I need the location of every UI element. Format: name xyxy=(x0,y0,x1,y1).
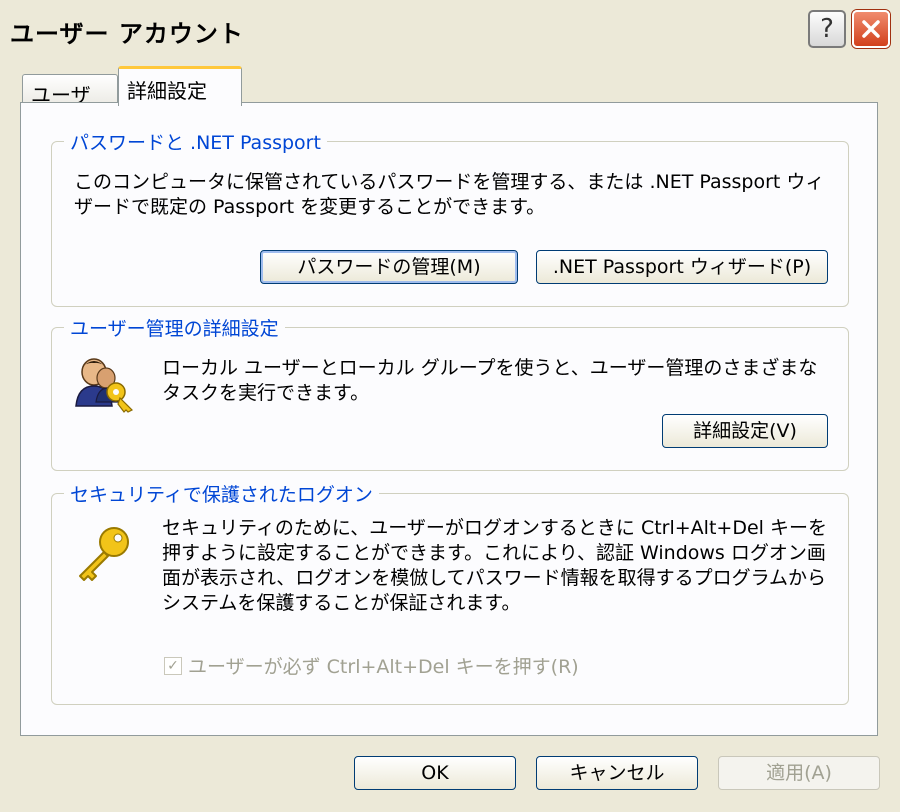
close-button[interactable] xyxy=(852,10,890,48)
passport-group: パスワードと .NET Passport このコンピュータに保管されているパスワ… xyxy=(51,128,849,307)
passport-description: このコンピュータに保管されているパスワードを管理する、または .NET Pass… xyxy=(74,171,825,218)
ok-button[interactable]: OK xyxy=(354,756,516,790)
help-button[interactable]: ? xyxy=(808,10,846,48)
advanced-button[interactable]: 詳細設定(V) xyxy=(662,414,828,448)
passport-wizard-button[interactable]: .NET Passport ウィザード(P) xyxy=(536,250,828,284)
cancel-button[interactable]: キャンセル xyxy=(536,756,698,790)
apply-button[interactable]: 適用(A) xyxy=(718,756,880,790)
help-icon: ? xyxy=(820,14,834,44)
users-key-icon xyxy=(75,358,134,413)
user-management-group: ユーザー管理の詳細設定 ローカル ユーザーとローカル グループを使うと、ユーザー… xyxy=(51,314,849,471)
user-accounts-dialog: ユーザー アカウント ? ユーザー 詳細設定 パスワードと .NET Passp… xyxy=(0,0,900,812)
secure-logon-group: セキュリティで保護されたログオン セキュリティのために、ユーザーがログオンすると… xyxy=(51,480,849,705)
user-management-group-legend: ユーザー管理の詳細設定 xyxy=(64,314,285,341)
tab-users[interactable]: ユーザー xyxy=(22,74,118,136)
checkmark-icon: ✓ xyxy=(167,657,179,674)
window-title: ユーザー アカウント xyxy=(10,20,244,48)
close-icon xyxy=(862,20,880,38)
require-ctrl-alt-del-label: ユーザーが必ず Ctrl+Alt+Del キーを押す(R) xyxy=(188,656,579,678)
tab-advanced[interactable]: 詳細設定 xyxy=(118,66,242,106)
secure-logon-description: セキュリティのために、ユーザーがログオンするときに Ctrl+Alt+Del キ… xyxy=(162,517,827,614)
tab-panel-advanced: パスワードと .NET Passport このコンピュータに保管されているパスワ… xyxy=(20,102,878,736)
secure-logon-group-legend: セキュリティで保護されたログオン xyxy=(64,480,379,507)
require-ctrl-alt-del-row[interactable]: ✓ ユーザーが必ず Ctrl+Alt+Del キーを押す(R) xyxy=(164,652,579,679)
passport-group-legend: パスワードと .NET Passport xyxy=(64,128,327,155)
user-management-description: ローカル ユーザーとローカル グループを使うと、ユーザー管理のさまざまなタスクを… xyxy=(162,357,818,404)
require-ctrl-alt-del-checkbox[interactable]: ✓ xyxy=(164,656,182,675)
title-bar[interactable]: ユーザー アカウント ? xyxy=(0,0,900,58)
key-icon xyxy=(79,527,129,581)
manage-passwords-button[interactable]: パスワードの管理(M) xyxy=(260,250,518,284)
